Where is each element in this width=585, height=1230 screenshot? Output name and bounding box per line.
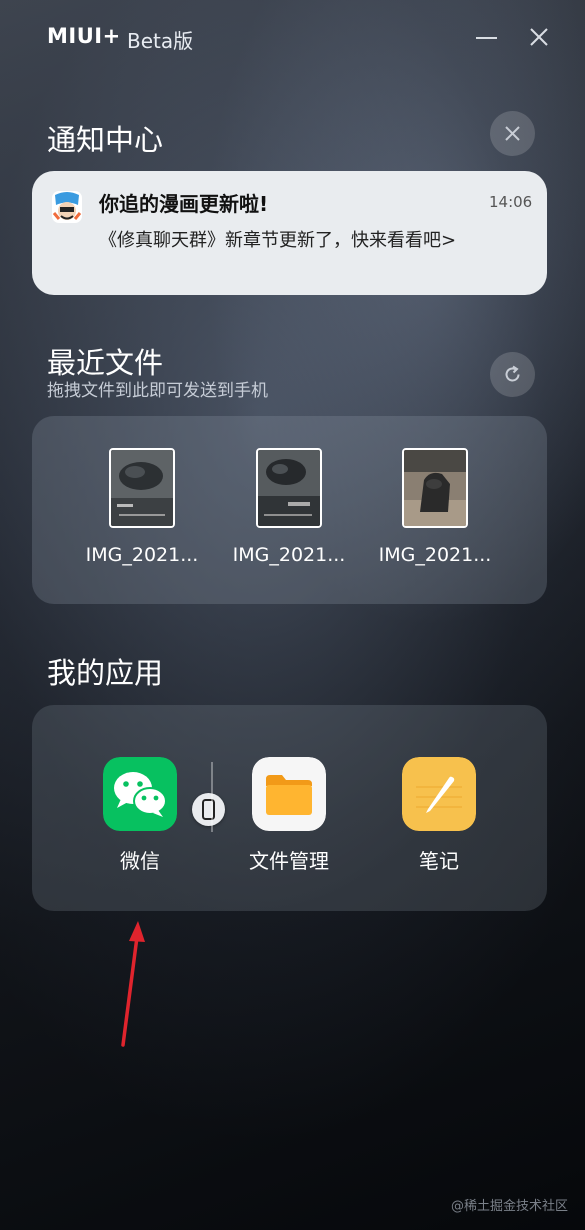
recent-files-panel: IMG_2021... IMG_2021... IMG_2021...	[32, 416, 547, 604]
app-divider	[211, 762, 213, 832]
annotation-arrow-icon	[121, 921, 145, 1047]
file-thumbnail	[402, 448, 468, 528]
my-apps-panel: 微信 文件管理 笔记	[32, 705, 547, 911]
refresh-icon	[505, 365, 520, 382]
file-item[interactable]: IMG_2021...	[77, 446, 207, 586]
app-wechat[interactable]: 微信	[65, 757, 225, 877]
notes-icon	[402, 757, 476, 831]
app-file-manager[interactable]: 文件管理	[214, 757, 364, 877]
app-label: 笔记	[419, 849, 459, 873]
recent-files-hint: 拖拽文件到此即可发送到手机	[47, 381, 268, 401]
app-label: 文件管理	[249, 849, 329, 873]
clear-notifications-button[interactable]	[490, 111, 535, 156]
file-name: IMG_2021...	[378, 544, 492, 566]
title-bar: MIUI+ Beta版	[0, 0, 585, 76]
notification-card[interactable]: 你追的漫画更新啦! 14:06 《修真聊天群》新章节更新了，快来看看吧>	[32, 171, 547, 295]
notification-body: 《修真聊天群》新章节更新了，快来看看吧>	[99, 230, 457, 251]
notification-title: 你追的漫画更新啦!	[99, 192, 269, 216]
app-brand: MIUI+	[47, 24, 121, 48]
my-apps-title: 我的应用	[47, 656, 164, 690]
close-window-button[interactable]	[524, 22, 554, 52]
folder-icon	[252, 757, 326, 831]
notification-time: 14:06	[489, 193, 533, 211]
minimize-button[interactable]	[471, 22, 501, 52]
app-label: 微信	[120, 849, 160, 873]
refresh-files-button[interactable]	[490, 352, 535, 397]
watermark: @稀土掘金技术社区	[451, 1199, 569, 1214]
file-name: IMG_2021...	[232, 544, 346, 566]
close-icon	[530, 28, 548, 46]
wechat-icon	[103, 757, 177, 831]
notification-center-title: 通知中心	[47, 123, 164, 157]
file-item[interactable]: IMG_2021...	[224, 446, 354, 586]
file-item[interactable]: IMG_2021...	[370, 446, 500, 586]
app-notes[interactable]: 笔记	[364, 757, 514, 877]
file-name: IMG_2021...	[85, 544, 199, 566]
comic-app-icon	[52, 191, 82, 223]
file-thumbnail	[256, 448, 322, 528]
beta-label: Beta版	[127, 29, 194, 53]
close-icon	[505, 126, 520, 141]
file-thumbnail	[109, 448, 175, 528]
